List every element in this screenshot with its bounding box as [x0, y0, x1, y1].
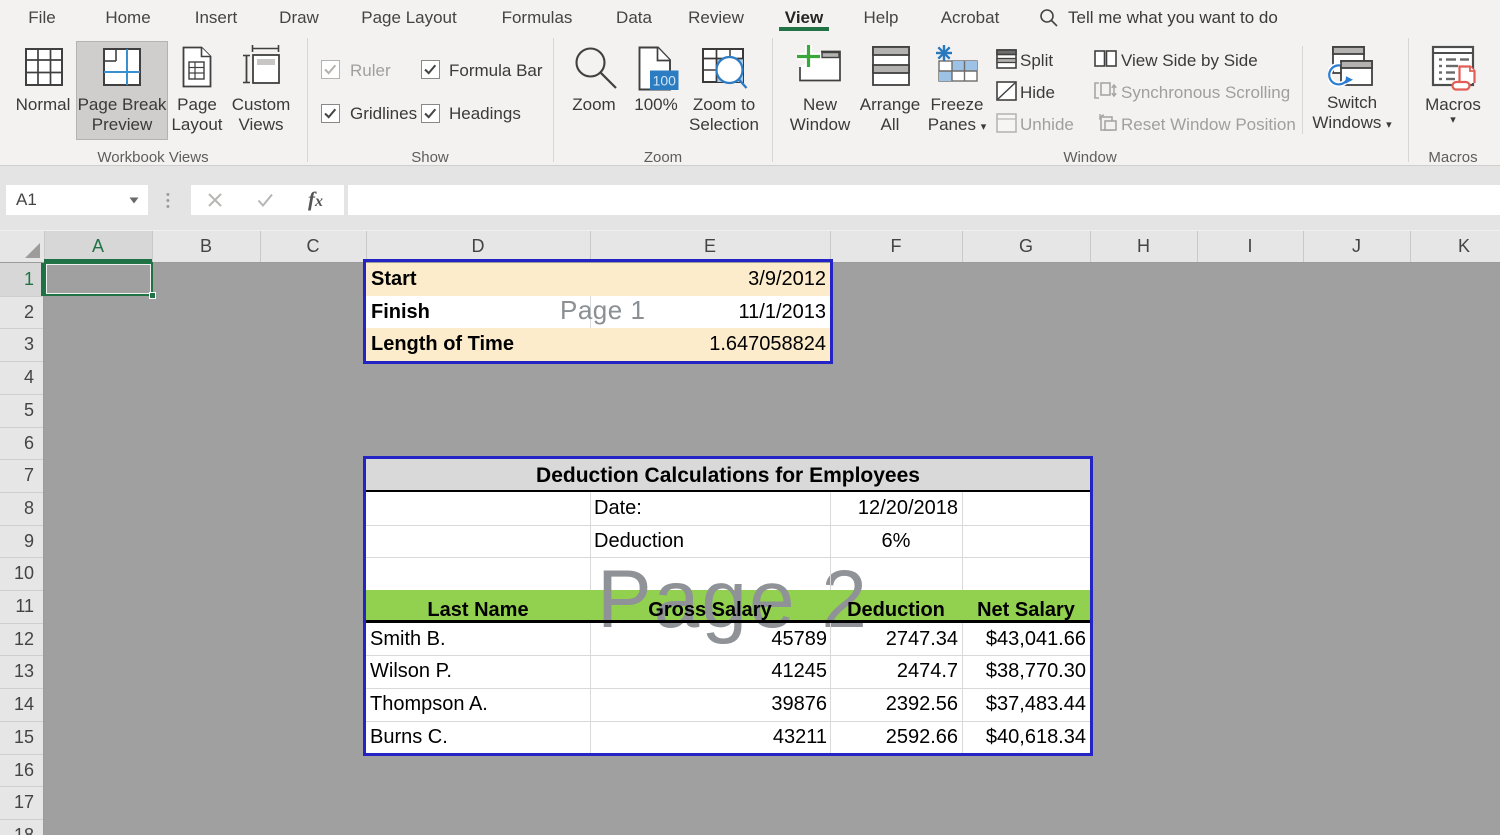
svg-text:100: 100 [653, 73, 677, 89]
